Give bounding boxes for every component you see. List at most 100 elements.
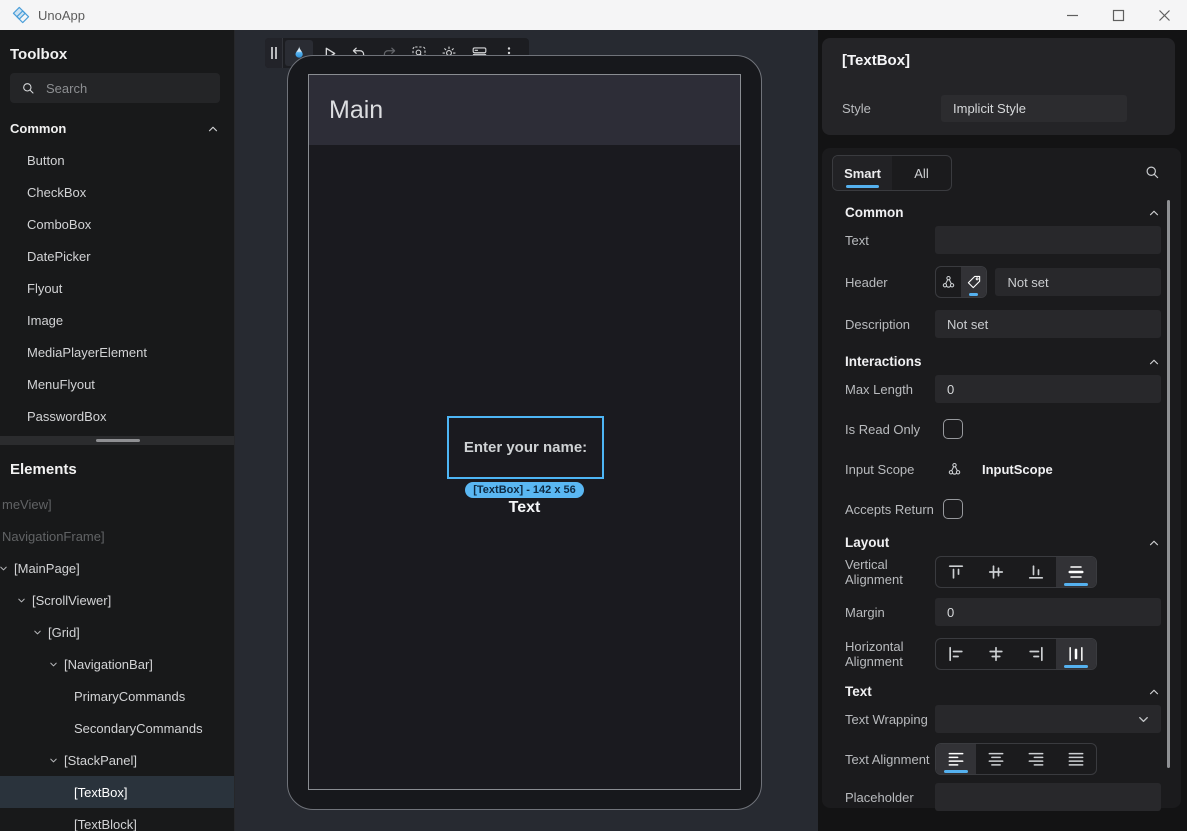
elements-title: Elements <box>0 445 234 488</box>
align-left-icon <box>946 644 966 664</box>
horizontal-alignment-group <box>935 638 1097 670</box>
maximize-button[interactable] <box>1095 0 1141 30</box>
properties-search-button[interactable] <box>1143 163 1161 181</box>
textalign-right-button[interactable] <box>1016 744 1056 774</box>
minimize-button[interactable] <box>1049 0 1095 30</box>
chevron-down-icon[interactable] <box>42 755 64 766</box>
section-interactions[interactable]: Interactions <box>845 354 1161 369</box>
tree-item-textbox[interactable]: [TextBox] <box>0 776 234 808</box>
header-value[interactable]: Not set <box>995 268 1161 296</box>
toolbox-item-passwordbox[interactable]: PasswordBox <box>0 400 234 432</box>
halign-right-button[interactable] <box>1016 639 1056 669</box>
text-wrapping-row: Text Wrapping <box>845 705 1161 733</box>
close-button[interactable] <box>1141 0 1187 30</box>
elements-panel: Elements meView] NavigationFrame] [MainP… <box>0 445 234 831</box>
binding-mode-button[interactable] <box>936 267 961 297</box>
tree-item-scrollviewer[interactable]: [ScrollViewer] <box>0 584 234 616</box>
chevron-up-icon[interactable] <box>1147 355 1161 369</box>
valign-bottom-button[interactable] <box>1016 557 1056 587</box>
design-canvas: Main Enter your name: [TextBox] - 142 x … <box>235 30 818 831</box>
sidebar-splitter[interactable] <box>0 436 234 445</box>
text-align-right-icon <box>1026 749 1046 769</box>
horizontal-alignment-row: Horizontal Alignment <box>845 638 1161 670</box>
chevron-down-icon[interactable] <box>0 563 14 574</box>
tree-item-mainpage[interactable]: [MainPage] <box>0 552 234 584</box>
tree-item-secondarycommands[interactable]: SecondaryCommands <box>0 712 234 744</box>
section-common[interactable]: Common <box>845 205 1161 220</box>
chevron-up-icon[interactable] <box>1147 206 1161 220</box>
chevron-down-icon[interactable] <box>10 595 32 606</box>
chevron-down-icon <box>1136 712 1151 727</box>
description-value[interactable]: Not set <box>935 310 1161 338</box>
toolbox-item-checkbox[interactable]: CheckBox <box>0 176 234 208</box>
tree-item-stackpanel[interactable]: [StackPanel] <box>0 744 234 776</box>
is-read-only-row: Is Read Only <box>845 415 1161 443</box>
toolbox-section-common[interactable]: Common <box>0 107 234 144</box>
device-frame: Main Enter your name: [TextBox] - 142 x … <box>287 55 762 810</box>
properties-scrollbar[interactable] <box>1167 200 1170 768</box>
search-icon <box>1143 163 1161 181</box>
tree-item-frameview[interactable]: meView] <box>0 488 234 520</box>
textalign-left-button[interactable] <box>936 744 976 774</box>
halign-stretch-button[interactable] <box>1056 639 1096 669</box>
chevron-down-icon[interactable] <box>42 659 64 670</box>
binding-icon <box>945 460 964 479</box>
left-sidebar: Toolbox Common Button CheckBox ComboBox … <box>0 30 235 831</box>
valign-center-button[interactable] <box>976 557 1016 587</box>
placeholder-input[interactable] <box>935 783 1161 811</box>
halign-center-button[interactable] <box>976 639 1016 669</box>
halign-left-button[interactable] <box>936 639 976 669</box>
margin-input[interactable] <box>935 598 1161 626</box>
style-input[interactable] <box>941 95 1127 122</box>
text-input[interactable] <box>935 226 1161 254</box>
textalign-center-button[interactable] <box>976 744 1016 774</box>
valign-top-button[interactable] <box>936 557 976 587</box>
section-layout[interactable]: Layout <box>845 535 1161 550</box>
toolbox-search-input[interactable] <box>46 81 186 96</box>
chevron-up-icon[interactable] <box>206 122 220 136</box>
input-scope-value[interactable]: InputScope <box>982 462 1053 477</box>
properties-list: Common Text Header Not set Description <box>818 195 1187 831</box>
header-mode-toggle <box>935 266 987 298</box>
tree-item-grid[interactable]: [Grid] <box>0 616 234 648</box>
accepts-return-row: Accepts Return <box>845 495 1161 523</box>
tab-all[interactable]: All <box>892 156 951 190</box>
tree-item-primarycommands[interactable]: PrimaryCommands <box>0 680 234 712</box>
is-read-only-checkbox[interactable] <box>943 419 963 439</box>
text-alignment-group <box>935 743 1097 775</box>
toolbox-item-mediaplayerelement[interactable]: MediaPlayerElement <box>0 336 234 368</box>
chevron-down-icon[interactable] <box>26 627 48 638</box>
textblock-element[interactable]: Text <box>309 499 740 517</box>
toolbox-title: Toolbox <box>0 30 234 73</box>
textalign-justify-button[interactable] <box>1056 744 1096 774</box>
splitter-handle <box>96 439 140 442</box>
max-length-input[interactable] <box>935 375 1161 403</box>
vertical-alignment-row: Vertical Alignment <box>845 556 1161 588</box>
text-wrapping-dropdown[interactable] <box>935 705 1161 733</box>
toolbar-drag-grip[interactable] <box>265 38 283 68</box>
toolbox-search[interactable] <box>10 73 220 103</box>
toolbox-item-image[interactable]: Image <box>0 304 234 336</box>
tab-smart[interactable]: Smart <box>833 156 892 190</box>
section-text[interactable]: Text <box>845 684 1161 699</box>
toolbox-item-flyout[interactable]: Flyout <box>0 272 234 304</box>
tree-item-textblock[interactable]: [TextBlock] <box>0 808 234 831</box>
tree-item-navigationbar[interactable]: [NavigationBar] <box>0 648 234 680</box>
valign-stretch-button[interactable] <box>1056 557 1096 587</box>
uno-logo-icon <box>12 6 30 24</box>
style-label: Style <box>842 101 941 116</box>
tree-item-navigationframe[interactable]: NavigationFrame] <box>0 520 234 552</box>
align-right-icon <box>1026 644 1046 664</box>
literal-mode-button[interactable] <box>961 267 986 297</box>
selected-textbox[interactable]: Enter your name: <box>447 416 604 479</box>
selected-element-title: [TextBox] <box>822 38 1175 69</box>
device-screen: Main Enter your name: [TextBox] - 142 x … <box>308 74 741 790</box>
chevron-up-icon[interactable] <box>1147 685 1161 699</box>
toolbox-item-button[interactable]: Button <box>0 144 234 176</box>
toolbox-item-datepicker[interactable]: DatePicker <box>0 240 234 272</box>
toolbox-item-menuflyout[interactable]: MenuFlyout <box>0 368 234 400</box>
chevron-up-icon[interactable] <box>1147 536 1161 550</box>
accepts-return-checkbox[interactable] <box>943 499 963 519</box>
toolbox-item-combobox[interactable]: ComboBox <box>0 208 234 240</box>
align-top-icon <box>946 562 966 582</box>
